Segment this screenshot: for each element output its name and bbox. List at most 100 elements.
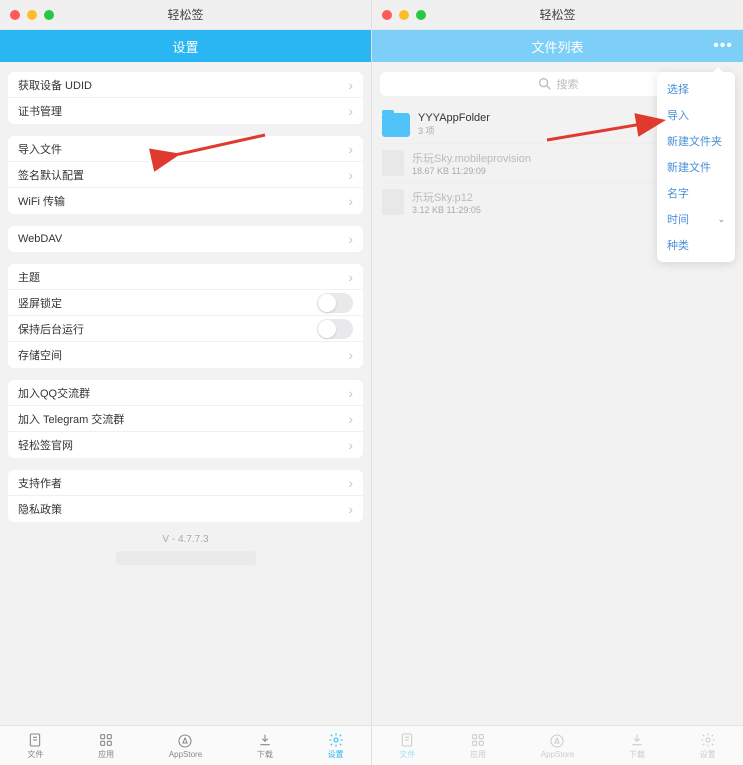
settings-row[interactable]: 加入QQ交流群› [8,380,363,406]
row-label: 获取设备 UDID [18,77,348,93]
menu-item[interactable]: 选择 [657,76,735,102]
close-window-button[interactable] [10,10,20,20]
row-label: 加入 Telegram 交流群 [18,411,348,427]
chevron-down-icon: ⌄ [717,214,725,225]
minimize-window-button[interactable] [399,10,409,20]
appstore-icon [177,733,193,749]
settings-row[interactable]: 隐私政策› [8,496,363,522]
settings-row[interactable]: 获取设备 UDID› [8,72,363,98]
menu-item[interactable]: 新建文件夹 [657,128,735,154]
maximize-window-button[interactable] [44,10,54,20]
row-label: 支持作者 [18,475,348,491]
file-name: 乐玩Sky.p12 [412,189,481,205]
version-bar [116,551,256,565]
menu-item-label: 新建文件 [667,159,711,175]
nav-title-left: 设置 [172,37,198,56]
row-label: 轻松签官网 [18,437,348,453]
menu-item-label: 选择 [667,81,689,97]
row-label: 证书管理 [18,103,348,119]
tab-grid[interactable]: 应用 [98,732,114,760]
menu-item[interactable]: 导入 [657,102,735,128]
right-pane: 轻松签 文件列表 ••• 搜索 YYYAppFolder3 项乐玩Sky.mob… [372,0,743,765]
tab-bar-left: 文件 应用 AppStore 下载设置 [0,725,371,765]
menu-item-label: 新建文件夹 [667,133,722,149]
version-label: V - 4.7.7.3 [8,534,363,545]
settings-row[interactable]: 签名默认配置› [8,162,363,188]
row-label: 隐私政策 [18,501,348,517]
left-pane: 轻松签 设置 获取设备 UDID›证书管理›导入文件›签名默认配置›WiFi 传… [0,0,372,765]
close-window-button[interactable] [382,10,392,20]
tab-label: 设置 [328,749,344,760]
row-label: WiFi 传输 [18,193,348,209]
chevron-right-icon: › [348,385,353,401]
chevron-right-icon: › [348,141,353,157]
row-label: 竖屏锁定 [18,295,317,311]
tab-download[interactable]: 下载 [257,732,273,760]
file-subtitle: 3.12 KB 11:29:05 [412,205,481,215]
row-label: WebDAV [18,233,348,245]
menu-item[interactable]: 名字 [657,180,735,206]
tab-appstore[interactable]: AppStore [541,733,574,759]
settings-row[interactable]: WiFi 传输› [8,188,363,214]
tab-appstore[interactable]: AppStore [169,733,202,759]
menu-item[interactable]: 时间⌄ [657,206,735,232]
settings-group: 获取设备 UDID›证书管理› [8,72,363,124]
settings-group: 主题›竖屏锁定保持后台运行存储空间› [8,264,363,368]
gear-icon [700,732,716,748]
tab-grid[interactable]: 应用 [470,732,486,760]
row-label: 签名默认配置 [18,167,348,183]
settings-group: 支持作者›隐私政策› [8,470,363,522]
settings-row[interactable]: WebDAV› [8,226,363,252]
settings-row[interactable]: 导入文件› [8,136,363,162]
chevron-right-icon: › [348,103,353,119]
chevron-right-icon: › [348,193,353,209]
settings-group: WebDAV› [8,226,363,252]
window-title-left: 轻松签 [167,6,203,23]
row-label: 导入文件 [18,141,348,157]
toggle-switch[interactable] [317,319,353,339]
toggle-switch[interactable] [317,293,353,313]
settings-row[interactable]: 主题› [8,264,363,290]
more-button[interactable]: ••• [713,37,733,55]
settings-row[interactable]: 支持作者› [8,470,363,496]
tab-file[interactable]: 文件 [399,732,415,760]
menu-item-label: 名字 [667,185,689,201]
tab-download[interactable]: 下载 [629,732,645,760]
nav-bar-left: 设置 [0,30,371,62]
folder-icon [382,113,410,137]
tab-label: AppStore [541,750,574,759]
tab-file[interactable]: 文件 [27,732,43,760]
menu-item[interactable]: 新建文件 [657,154,735,180]
row-label: 加入QQ交流群 [18,385,348,401]
tab-label: 文件 [27,749,43,760]
settings-row[interactable]: 竖屏锁定 [8,290,363,316]
chevron-right-icon: › [348,347,353,363]
settings-row[interactable]: 保持后台运行 [8,316,363,342]
chevron-right-icon: › [348,231,353,247]
file-subtitle: 18.67 KB 11:29:09 [412,166,531,176]
traffic-lights [10,10,54,20]
file-subtitle: 3 项 [418,124,490,137]
file-icon [399,732,415,748]
settings-row[interactable]: 加入 Telegram 交流群› [8,406,363,432]
settings-group: 导入文件›签名默认配置›WiFi 传输› [8,136,363,214]
minimize-window-button[interactable] [27,10,37,20]
file-meta: YYYAppFolder3 项 [418,112,490,137]
file-meta: 乐玩Sky.p123.12 KB 11:29:05 [412,189,481,215]
chevron-right-icon: › [348,77,353,93]
title-bar-left: 轻松签 [0,0,371,30]
settings-row[interactable]: 存储空间› [8,342,363,368]
tab-gear[interactable]: 设置 [700,732,716,760]
settings-row[interactable]: 轻松签官网› [8,432,363,458]
row-label: 主题 [18,269,348,285]
row-label: 保持后台运行 [18,321,317,337]
tab-label: 设置 [700,749,716,760]
settings-row[interactable]: 证书管理› [8,98,363,124]
menu-item[interactable]: 种类 [657,232,735,258]
file-name: 乐玩Sky.mobileprovision [412,150,531,166]
file-name: YYYAppFolder [418,112,490,124]
maximize-window-button[interactable] [416,10,426,20]
download-icon [629,732,645,748]
tab-gear[interactable]: 设置 [328,732,344,760]
chevron-right-icon: › [348,501,353,517]
